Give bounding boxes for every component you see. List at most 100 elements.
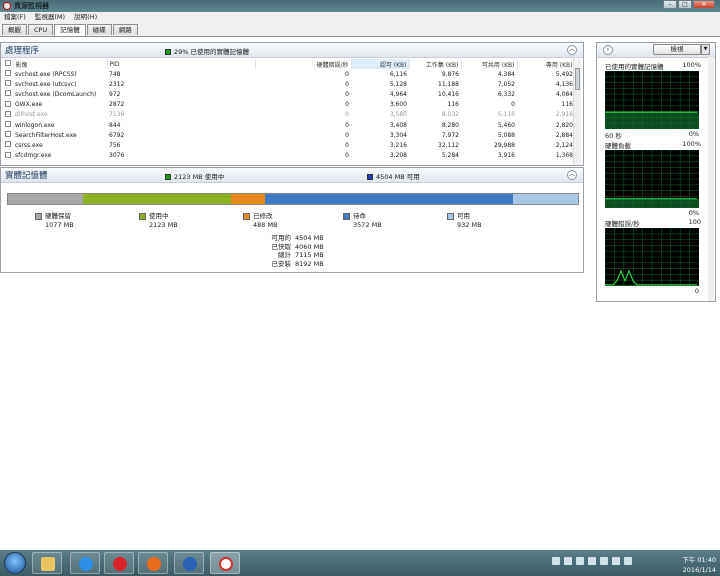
taskbar-resource-monitor[interactable] [210,552,240,574]
collapse-processes-icon[interactable]: ︿ [567,45,577,55]
menu-help[interactable]: 說明(H) [74,12,97,22]
col-commit[interactable]: 認可 (KB) [351,59,410,69]
cell-commit: 5,128 [389,80,407,88]
cell-pid: 748 [109,70,121,78]
taskbar-firefox-2[interactable] [174,552,204,574]
tab-cpu[interactable]: CPU [28,24,54,35]
tab-network[interactable]: 網路 [112,24,138,35]
title-bar: 資源監視器 – □ ✕ [0,0,720,12]
table-row[interactable]: sfcdmgr.exe 3076 0 3,208 5,284 3,916 1,368 [3,151,575,161]
cell-commit: 3,216 [389,141,407,149]
close-button[interactable]: ✕ [693,0,715,9]
maximize-button[interactable]: □ [678,0,692,9]
help-icon[interactable] [564,557,572,565]
table-row[interactable]: dllhost.exe 7136 0 3,580 8,032 5,116 2,916 [3,110,575,120]
opera-icon [113,557,127,571]
view-dropdown-icon[interactable]: ▼ [701,44,710,55]
cell-name: GWX.exe [15,101,43,109]
taskbar-opera[interactable] [104,552,134,574]
legend-standby: 待命 3572 MB [343,210,382,229]
legend-value: 932 MB [457,221,482,229]
flag-icon[interactable] [600,557,608,565]
clock-time: 下午 01:40 [682,556,716,564]
table-row[interactable]: svchost.exe (DcomLaunch) 972 0 4,964 10,416 6… [3,89,575,99]
cell-commit: 3,580 [389,111,407,119]
scroll-thumb[interactable] [575,68,580,90]
taskbar-explorer[interactable] [32,552,62,574]
smiley-icon[interactable] [588,557,596,565]
processes-header[interactable]: 處理程序 29% 已使用的實體記憶體 ︿ [1,43,583,58]
col-hard-faults[interactable]: 硬體錯誤/秒 [255,59,352,69]
col-image[interactable]: 影像 [13,59,108,69]
clock[interactable]: 下午 01:40 2016/1/14 [682,552,716,574]
network-icon[interactable] [552,557,560,565]
expand-graphs-icon[interactable]: › [603,45,613,55]
collapse-memory-icon[interactable]: ︿ [567,170,577,180]
clock-date: 2016/1/14 [682,566,716,574]
firefox-icon [147,557,161,571]
taskbar-firefox[interactable] [138,552,168,574]
minimize-button[interactable]: – [663,0,677,9]
up-arrow-icon[interactable] [576,557,584,565]
cell-pid: 2872 [109,101,125,109]
processes-scrollbar[interactable] [573,59,581,165]
graphs-scrollbar[interactable] [708,57,714,301]
inuse-swatch [165,49,171,55]
taskbar-ie[interactable] [70,552,100,574]
cell-ws: 32,112 [438,141,459,149]
row-checkbox[interactable] [3,151,13,161]
cell-ws: 5,284 [441,152,459,160]
tab-disk[interactable]: 磁碟 [86,24,112,35]
start-button[interactable] [4,552,26,574]
table-row[interactable]: SearchFilterHost.exe 6792 0 3,304 7,972 5,088… [3,130,575,140]
row-checkbox[interactable] [3,130,13,140]
col-pid[interactable]: PID [107,59,256,69]
cell-ws: 8,280 [441,121,459,129]
row-checkbox[interactable] [3,79,13,89]
table-row[interactable]: svchost.exe (utcsvc) 2312 0 5,128 11,188 7,05… [3,79,575,89]
cell-faults: 0 [345,90,349,98]
cell-pid: 3076 [109,152,125,160]
tab-overview[interactable]: 概觀 [2,24,27,35]
table-row[interactable]: GWX.exe 2872 0 3,600 116 0 116 [3,100,575,110]
cell-priv: 2,124 [555,141,573,149]
inuse-caption: 2123 MB 使用中 [174,173,225,181]
cell-commit: 4,964 [389,90,407,98]
cell-ws: 8,032 [441,111,459,119]
row-checkbox[interactable] [3,110,13,120]
row-checkbox[interactable] [3,89,13,99]
col-working-set[interactable]: 工作集 (KB) [409,59,462,69]
graph-commit-charge [605,150,699,208]
row-checkbox[interactable] [3,120,13,130]
cell-commit: 3,600 [389,101,407,109]
graph3-header: 硬體錯誤/秒 100 [605,218,701,228]
select-all-checkbox[interactable] [3,59,14,69]
cell-name: sfcdmgr.exe [15,152,52,160]
row-checkbox[interactable] [3,100,13,110]
total-available: 可用的 4504 MB [271,234,324,242]
cell-faults: 0 [345,152,349,160]
cell-pid: 756 [109,141,121,149]
legend-swatch [243,212,250,220]
table-row[interactable]: winlogon.exe 844 0 3,408 8,280 5,460 2,820 [3,120,575,130]
table-row[interactable]: svchost.exe (RPCSS) 748 0 6,116 9,876 4,384 5,… [3,69,575,79]
table-row[interactable]: csrss.exe 756 0 3,216 32,112 29,988 2,124 [3,140,575,150]
total-installed: 已安裝 8192 MB [271,259,324,268]
total-total: 總計 7115 MB [278,251,324,259]
col-shareable[interactable]: 可共用 (KB) [461,59,518,69]
speaker-icon[interactable] [624,557,632,565]
memory-header[interactable]: 實體記憶體 2123 MB 使用中 4504 MB 可用 ︿ [1,168,583,183]
tab-memory[interactable]: 記憶體 [54,24,86,36]
menu-file[interactable]: 檔案(F) [4,12,26,22]
legend-free: 可用 932 MB [447,210,482,229]
col-private[interactable]: 專用 (KB) [517,59,576,69]
menu-monitor[interactable]: 監視器(M) [35,12,65,22]
ime-icon[interactable] [612,557,620,565]
view-button[interactable]: 檢視 [653,44,701,55]
cell-priv: 116 [561,101,573,109]
cell-faults: 0 [345,101,349,109]
tab-strip: 概觀 CPU 記憶體 磁碟 網路 [0,24,139,36]
cell-priv: 2,884 [555,131,573,139]
row-checkbox[interactable] [3,69,13,79]
row-checkbox[interactable] [3,140,13,150]
